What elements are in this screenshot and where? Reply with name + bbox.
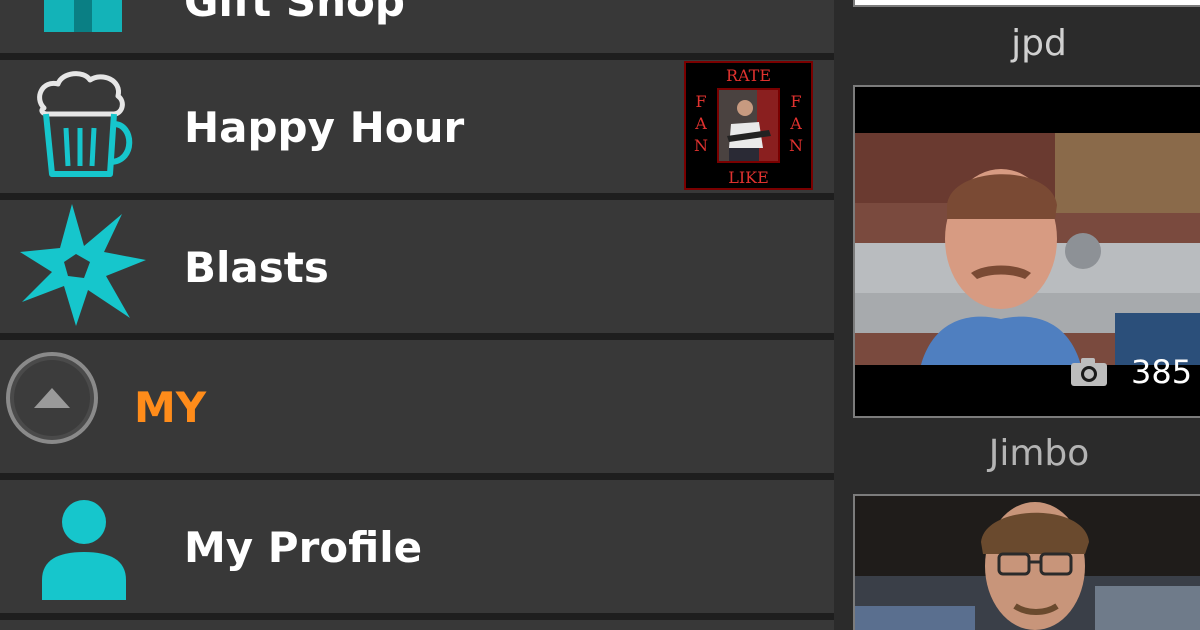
user-card[interactable] [853, 494, 1200, 630]
users-column: jpd 385 Jimbo [834, 0, 1200, 630]
section-header-my[interactable]: MY [0, 340, 834, 473]
camera-icon [1069, 356, 1109, 388]
user-photo [855, 496, 1200, 630]
badge-top-text: RATE [725, 66, 772, 85]
menu-item-blasts[interactable]: Blasts [0, 200, 834, 333]
beer-mug-icon [30, 70, 140, 180]
photo-count: 385 [1131, 353, 1193, 391]
user-name: jpd [1011, 23, 1067, 64]
menu-item-label: Blasts [184, 243, 329, 292]
menu-item-label: Happy Hour [184, 103, 465, 152]
rate-fan-like-badge[interactable]: RATE FAN FAN LIKE [684, 61, 813, 190]
user-card[interactable]: 385 [853, 85, 1200, 418]
menu-item-gift-shop[interactable]: Gift Shop [0, 0, 834, 53]
menu-item-my-profile[interactable]: My Profile [0, 480, 834, 613]
user-name: Jimbo [988, 433, 1090, 474]
person-icon [34, 496, 134, 600]
section-label: MY [134, 383, 207, 432]
side-menu: Gift Shop Happy Hour RATE FAN FAN LIKE B… [0, 0, 834, 630]
badge-right-text: FAN [789, 92, 803, 155]
user-card-previous[interactable] [853, 0, 1200, 7]
menu-item-label: Gift Shop [184, 0, 405, 26]
badge-left-text: FAN [694, 92, 708, 155]
menu-item-next[interactable] [0, 620, 834, 630]
badge-bottom-text: LIKE [728, 168, 769, 187]
menu-item-happy-hour[interactable]: Happy Hour RATE FAN FAN LIKE [0, 60, 834, 193]
gift-icon [44, 0, 124, 42]
user-photo [855, 133, 1200, 365]
badge-photo [717, 88, 780, 163]
menu-item-label: My Profile [184, 523, 423, 572]
blast-icon [18, 202, 148, 328]
app-screen: Gift Shop Happy Hour RATE FAN FAN LIKE B… [0, 0, 1200, 630]
collapse-up-icon[interactable] [4, 350, 100, 446]
